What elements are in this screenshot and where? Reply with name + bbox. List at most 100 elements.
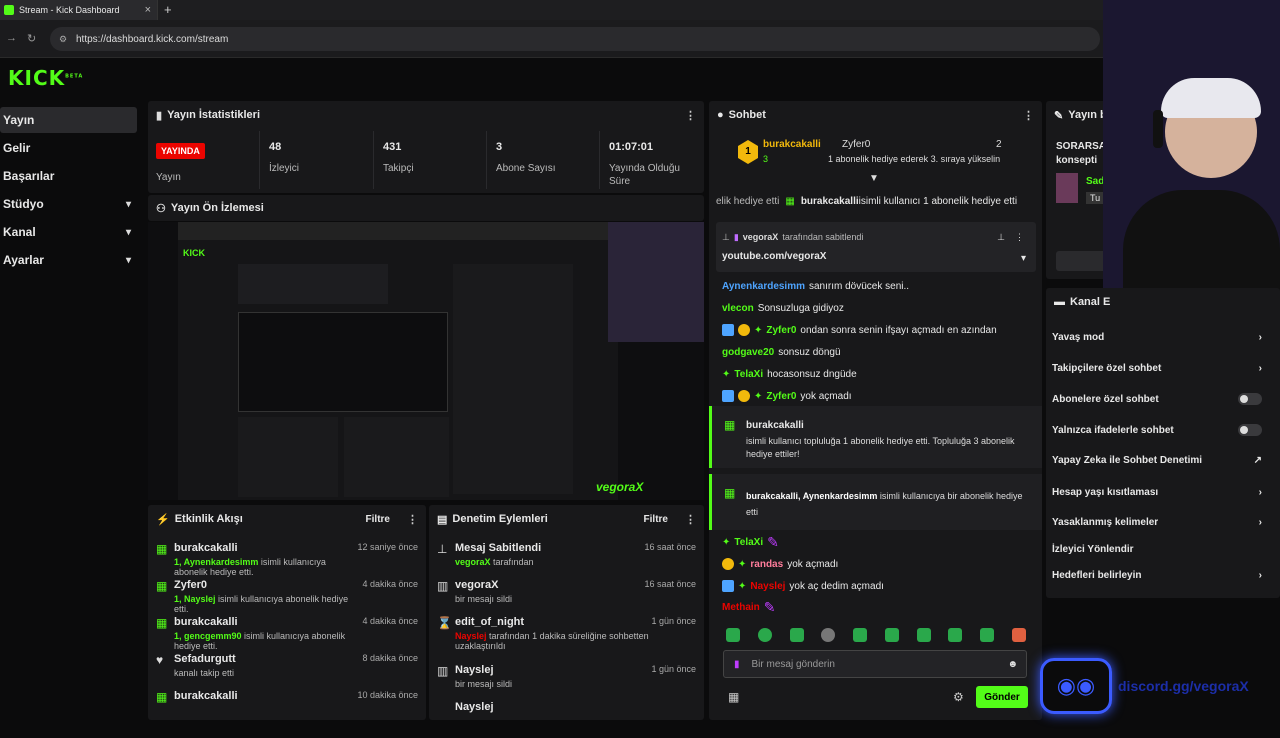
chat-message[interactable]: ✦ Nayslej yok aç dedim açmadı <box>722 577 884 595</box>
toggle-switch[interactable] <box>1238 424 1262 436</box>
more-options-icon[interactable]: ⋮ <box>1023 109 1034 122</box>
activity-user: burakcakalli <box>174 616 238 628</box>
chat-message[interactable]: Methain ✎ <box>722 598 776 616</box>
badge-icon <box>738 390 750 402</box>
badge-icon <box>722 558 734 570</box>
stats-title: Yayın İstatistikleri <box>167 109 260 121</box>
headphones <box>1153 110 1163 148</box>
gear-icon[interactable]: ⚙ <box>953 690 964 704</box>
emote-icon[interactable] <box>1011 628 1026 642</box>
activity-item[interactable]: ♥ Sefadurgutt kanalı takip etti 8 dakika ön… <box>148 653 426 690</box>
activity-filter-button[interactable]: Filtre <box>366 514 390 525</box>
stream-preview[interactable]: KICK vegoraX <box>148 222 704 500</box>
category-name: Sad <box>1086 176 1105 187</box>
emote-icon[interactable] <box>789 628 804 642</box>
activity-item[interactable]: ▦ burakcakalli 1, gencgemm90 isimli kullan… <box>148 616 426 653</box>
activity-item[interactable]: ▦ Zyfer0 1, Nayslej isimli kullanıcıya abo… <box>148 579 426 616</box>
setting-account-age[interactable]: Hesap yaşı kısıtlaması › <box>1052 478 1262 506</box>
activity-time: 10 dakika önce <box>357 690 418 700</box>
pinned-text[interactable]: youtube.com/vegoraX <box>716 243 1036 262</box>
activity-item[interactable]: ▦ burakcakalli 1, Aynenkardesimm isimli ku… <box>148 542 426 579</box>
sidebar-item-yayin[interactable]: Yayın <box>0 107 137 133</box>
activity-user: Sefadurgutt <box>174 653 236 665</box>
moderation-header: ▤ Denetim Eylemleri Filtre ⋮ <box>429 505 704 533</box>
new-tab-icon[interactable]: + <box>164 2 172 17</box>
emote-icon[interactable] <box>821 628 836 642</box>
store-icon[interactable]: ▦ <box>728 690 739 704</box>
more-options-icon[interactable]: ⋮ <box>407 513 418 526</box>
stat-followers: 431 Takipçi <box>375 131 487 189</box>
stat-live: YAYINDA Yayın <box>148 131 260 189</box>
moderation-item[interactable]: ⊥ Mesaj Sabitlendi vegoraX tarafından 16 sa… <box>429 542 704 579</box>
setting-slow-mode[interactable]: Yavaş mod › <box>1052 323 1262 351</box>
sidebar-item-studyo[interactable]: Stüdyo ▾ <box>0 191 137 217</box>
chat-message[interactable]: Aynenkardesimm sanırım dövücek seni.. <box>722 277 909 295</box>
emote-icon[interactable] <box>884 628 899 642</box>
browser-tab-bar: Stream - Kick Dashboard × + <box>0 0 1280 20</box>
badge-icon <box>722 324 734 336</box>
emote-icon[interactable] <box>916 628 931 642</box>
browser-tab[interactable]: Stream - Kick Dashboard × <box>0 0 158 20</box>
chat-message[interactable]: ✦ Zyfer0 ondan sonra senin ifşayı açmadı e… <box>722 321 997 339</box>
toggle-switch[interactable] <box>1238 393 1262 405</box>
moderation-filter-button[interactable]: Filtre <box>644 514 668 525</box>
moderation-item[interactable]: ▥ vegoraX bir mesajı sildi 16 saat önce <box>429 579 704 616</box>
emote-icon[interactable] <box>757 628 772 642</box>
send-button[interactable]: Gönder <box>976 686 1028 708</box>
setting-subs-only[interactable]: Abonelere özel sohbet <box>1052 385 1262 413</box>
activity-item[interactable]: ▦ burakcakalli 10 dakika önce <box>148 690 426 727</box>
chat-message[interactable]: ✦ randas yok açmadı <box>722 555 838 573</box>
chevron-down-icon[interactable]: ▾ <box>1021 253 1026 264</box>
chevron-right-icon: › <box>1258 362 1262 374</box>
preview-logo: KICK <box>183 248 205 258</box>
setting-emote-only[interactable]: Yalnızca ifadelerle sohbet <box>1052 416 1262 444</box>
preview-browser-bar <box>178 222 618 240</box>
setting-goals[interactable]: Hedefleri belirleyin › <box>1052 561 1262 589</box>
preview-nested-view <box>238 312 448 412</box>
chat-input[interactable]: ▮ Bir mesaj gönderin ☻ <box>723 650 1027 678</box>
sidebar-item-basarilar[interactable]: Başarılar <box>0 163 137 189</box>
setting-ai-moderation[interactable]: Yapay Zeka ile Sohbet Denetimi ↗ <box>1052 446 1262 474</box>
emoji-icon[interactable]: ☻ <box>1007 659 1018 670</box>
kick-logo[interactable]: KICKBETA <box>8 66 83 90</box>
setting-banned-words[interactable]: Yasaklanmış kelimeler › <box>1052 508 1262 536</box>
chat-message[interactable]: ✦ Zyfer0 yok açmadı <box>722 387 852 405</box>
activity-time: 4 dakika önce <box>362 579 418 589</box>
sidebar-item-kanal[interactable]: Kanal ▾ <box>0 219 137 245</box>
emote-icon[interactable] <box>948 628 963 642</box>
setting-followers-only[interactable]: Takipçilere özel sohbet › <box>1052 354 1262 382</box>
emote-icon[interactable] <box>980 628 995 642</box>
emote-icon[interactable] <box>853 628 868 642</box>
sidebar-item-ayarlar[interactable]: Ayarlar ▾ <box>0 247 137 273</box>
star-icon: ✦ <box>738 580 747 592</box>
chat-message[interactable]: ✦ TelaXi hocasonsuz dngüde <box>722 365 857 383</box>
activity-user: burakcakalli <box>174 690 238 702</box>
setting-redirect[interactable]: İzleyici Yönlendir <box>1052 535 1262 563</box>
sub-gift-event: ▦ burakcakalli isimli kullanıcı topluluğ… <box>709 406 1042 468</box>
chat-message[interactable]: vlecon Sonsuzluga gidiyoz <box>722 299 844 317</box>
pin-icon: ⊥ <box>437 542 448 556</box>
chevron-right-icon: › <box>1258 331 1262 343</box>
emote-icon[interactable] <box>726 628 740 642</box>
chat-message[interactable]: ✦ TelaXi ✎ <box>722 533 779 551</box>
chevron-down-icon: ▾ <box>125 226 131 238</box>
moderation-item[interactable]: ▥ Nayslej bir mesajı sildi 1 gün önce <box>429 664 704 701</box>
mic-icon: ▮ <box>734 658 740 670</box>
reload-icon[interactable]: ↻ <box>27 32 36 45</box>
moderation-item[interactable]: ⌛ edit_of_night Nayslej tarafından 1 dakik… <box>429 616 704 664</box>
chevron-right-icon: › <box>1258 486 1262 498</box>
forward-icon[interactable]: → <box>6 32 17 44</box>
tab-close-icon[interactable]: × <box>145 4 151 16</box>
unpin-icon[interactable]: ⊥ <box>997 232 1005 243</box>
stat-viewers: 48 İzleyici <box>261 131 374 189</box>
more-options-icon[interactable]: ⋮ <box>1015 232 1024 243</box>
star-icon: ✦ <box>754 324 763 336</box>
sidebar-item-gelir[interactable]: Gelir <box>0 135 137 161</box>
more-options-icon[interactable]: ⋮ <box>685 109 696 122</box>
expand-leaderboard-icon[interactable]: ▼ <box>869 173 879 184</box>
url-input[interactable]: ⚙ https://dashboard.kick.com/stream <box>50 27 1100 51</box>
chat-message[interactable]: godgave20 sonsuz döngü <box>722 343 841 361</box>
more-options-icon[interactable]: ⋮ <box>685 513 696 526</box>
gift-ticker: elik hediye etti ▦ burakcakalli isimli k… <box>716 196 1036 212</box>
site-info-icon[interactable]: ⚙ <box>59 34 67 45</box>
